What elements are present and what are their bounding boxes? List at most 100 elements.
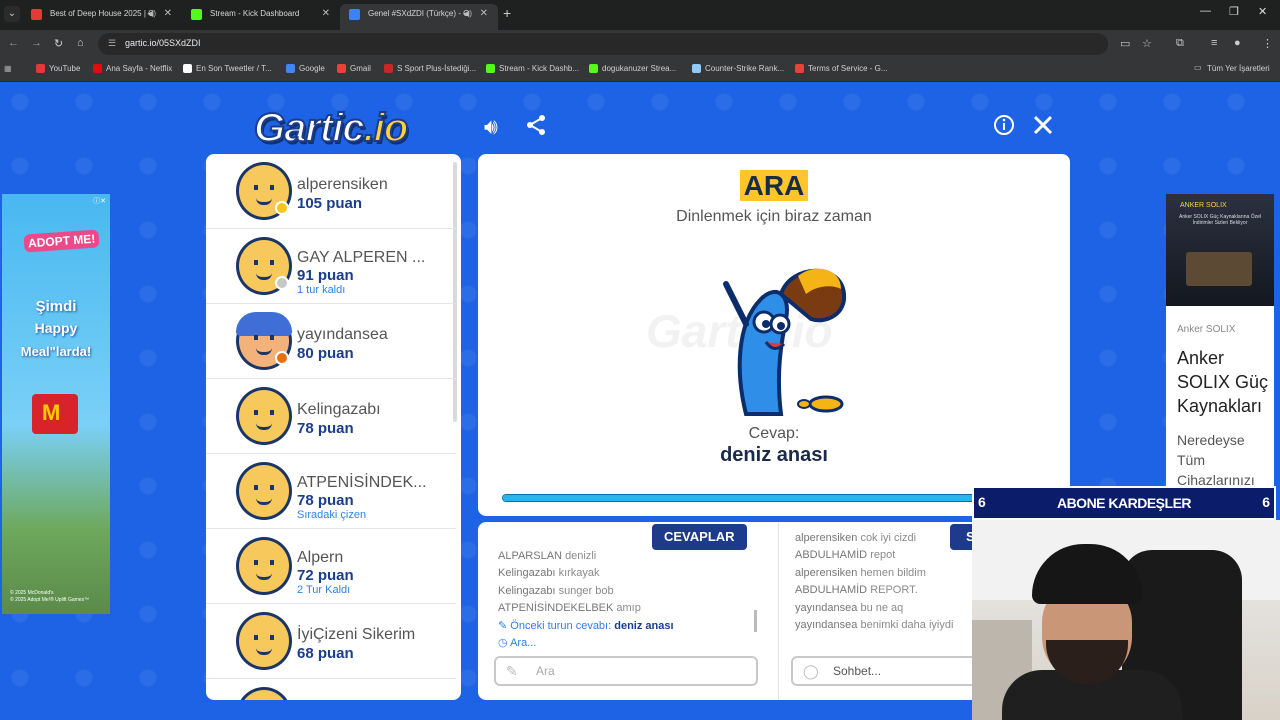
message-text: denizli xyxy=(565,550,597,562)
speaker-icon[interactable]: ◀) xyxy=(147,4,156,24)
chat-input[interactable]: ◯ Sohbet... xyxy=(791,656,991,686)
share-icon[interactable] xyxy=(525,114,547,142)
clock-icon: ◷ xyxy=(498,637,508,650)
ad-image-text: Anker SOLIX Güç Kaynaklarına Özel İndiri… xyxy=(1179,214,1261,226)
player-name: Kelingazabı xyxy=(297,401,381,418)
avatar-mouth xyxy=(256,498,272,505)
player-name: yayındansea xyxy=(297,326,388,343)
player-row[interactable]: ATPENİSİNDEK... 78 puan Sıradaki çizen xyxy=(206,454,456,529)
cs-icon xyxy=(692,64,701,73)
tab-title: Best of Deep House 2025 | C xyxy=(50,9,154,18)
player-row[interactable]: Alpern 72 puan 2 Tur Kaldı xyxy=(206,529,456,604)
browser-menu-icon[interactable]: ⋮ xyxy=(1262,37,1273,50)
message-user: ALPARSLAN xyxy=(498,550,562,562)
message-text: hemen bildim xyxy=(860,566,926,579)
info-icon[interactable] xyxy=(993,114,1015,142)
left-advertisement[interactable]: ⓘ✕ ADOPT ME! Şimdi Happy Meal"larda! M ©… xyxy=(2,194,110,614)
cast-icon[interactable]: ▭ xyxy=(1120,37,1130,50)
avatar-mouth xyxy=(256,273,272,280)
sound-icon[interactable]: 🔊︎ xyxy=(484,114,498,140)
forward-arrow-icon[interactable]: → xyxy=(31,37,42,49)
player-name: Alpern xyxy=(297,549,344,566)
home-icon[interactable]: ⌂ xyxy=(77,37,84,49)
avatar-mouth xyxy=(256,648,272,655)
player-avatar xyxy=(236,387,292,445)
tab-title: Stream - Kick Dashboard xyxy=(210,9,300,18)
message-text: kırkayak xyxy=(558,567,600,580)
player-row[interactable]: İyiÇizeni Sikerim 68 puan xyxy=(206,604,456,679)
bookmark-tos[interactable]: Terms of Service - G... xyxy=(795,64,888,73)
mascot-brush-illustration xyxy=(723,268,847,416)
url-input[interactable]: ☰ gartic.io/05SXdZDI xyxy=(98,33,1108,55)
ad-description: Neredeyse Tüm Cihazlarınızı xyxy=(1177,432,1255,488)
drawing-panel: ARA Dinlenmek için biraz zaman Gartic.io… xyxy=(478,154,1070,516)
browser-tab-3-active[interactable]: Genel #SXdZDI (Türkçe) - G ◀) ✕ xyxy=(340,4,498,30)
site-info-icon[interactable]: ☰ xyxy=(108,38,116,49)
player-list: alperensiken 105 puan GAY ALPEREN ... 91 pu… xyxy=(206,154,461,700)
close-tab-icon[interactable]: ✕ xyxy=(164,4,172,24)
bookmark-youtube[interactable]: YouTube xyxy=(36,64,80,73)
back-arrow-icon[interactable]: ← xyxy=(8,37,19,49)
bookmark-kick[interactable]: Stream - Kick Dashb... xyxy=(486,64,579,73)
maximize-icon[interactable]: ❐ xyxy=(1229,5,1239,18)
round-status-subtitle: Dinlenmek için biraz zaman xyxy=(676,208,872,225)
ad-info-icon[interactable]: ⓘ✕ xyxy=(93,196,106,206)
answers-scrollbar[interactable] xyxy=(754,610,757,632)
bookmark-google[interactable]: Google xyxy=(286,64,325,73)
browser-tab-bar: ⌄ Best of Deep House 2025 | C ◀) ✕ Strea… xyxy=(0,0,1280,30)
player-score: 68 puan xyxy=(297,645,354,662)
answer-message: ALPARSLAN denizli xyxy=(498,548,674,565)
bookmark-kick-2[interactable]: dogukanuzer Strea... xyxy=(589,64,676,73)
message-text: repot xyxy=(870,549,896,562)
close-tab-icon[interactable]: ✕ xyxy=(322,4,330,24)
close-window-icon[interactable]: ✕ xyxy=(1258,5,1267,18)
browser-tab-2[interactable]: Stream - Kick Dashboard ✕ xyxy=(182,4,340,30)
browser-tab-1[interactable]: Best of Deep House 2025 | C ◀) ✕ xyxy=(22,4,182,30)
answers-message-list: ALPARSLAN denizli Kelingazabı kırkayak Kel… xyxy=(498,548,674,652)
prev-answer-value: deniz anası xyxy=(614,619,674,632)
bookmark-ssport[interactable]: S Sport Plus-İstediği... xyxy=(384,64,476,73)
avatar-eyes xyxy=(254,635,274,640)
answer-input[interactable]: ✎ Ara xyxy=(494,656,758,686)
apps-grid-icon[interactable]: ▦ xyxy=(4,64,12,73)
player-row[interactable]: yayındansea 80 puan xyxy=(206,304,456,379)
prev-answer-label: Önceki turun cevabı: xyxy=(510,619,612,632)
ad-product-image: ANKER SOLIX Anker SOLIX Güç Kaynaklarına… xyxy=(1166,194,1274,306)
media-control-icon[interactable]: ≡ xyxy=(1211,37,1217,49)
gartic-logo[interactable]: Gartic.io xyxy=(253,105,409,151)
message-user: yayındansea xyxy=(795,619,858,632)
profile-avatar-icon[interactable]: ● xyxy=(1234,37,1241,49)
bookmark-label: En Son Tweetler / T... xyxy=(196,64,272,73)
chat-message: yayındansea bu ne aq xyxy=(795,600,953,617)
bookmark-gmail[interactable]: Gmail xyxy=(337,64,371,73)
player-status-dot xyxy=(275,351,289,365)
overlay-right-number: 6 xyxy=(1262,494,1270,510)
bookmark-cs-rank[interactable]: Counter-Strike Rank... xyxy=(692,64,784,73)
chat-message: alperensiken hemen bildim xyxy=(795,565,953,582)
reload-icon[interactable]: ↻ xyxy=(54,37,63,50)
new-tab-plus-icon[interactable]: + xyxy=(503,5,511,21)
bookmark-netflix[interactable]: Ana Sayfa - Netflix xyxy=(93,64,172,73)
avatar-hair xyxy=(236,312,292,336)
kick-icon xyxy=(486,64,495,73)
close-icon[interactable] xyxy=(1032,114,1054,142)
message-user: ATPENİSİNDEKELBEK xyxy=(498,602,614,615)
tab-search-icon[interactable]: ⌄ xyxy=(4,6,20,22)
minimize-icon[interactable]: — xyxy=(1200,5,1211,17)
bookmark-twitter[interactable]: En Son Tweetler / T... xyxy=(183,64,272,73)
player-row[interactable]: GAY ALPEREN ... 91 puan 1 tur kaldı xyxy=(206,229,456,304)
player-row[interactable]: Kelingazabı 78 puan xyxy=(206,379,456,454)
answers-tab-badge[interactable]: CEVAPLAR xyxy=(652,524,747,550)
close-tab-icon[interactable]: ✕ xyxy=(480,4,488,24)
speaker-icon[interactable]: ◀) xyxy=(463,4,472,24)
all-bookmarks-folder[interactable]: ▭ Tüm Yer İşaretleri xyxy=(1194,63,1270,73)
gartic-favicon-icon xyxy=(349,9,360,20)
kick-icon xyxy=(589,64,598,73)
progress-fill xyxy=(503,495,997,501)
avatar-mouth xyxy=(256,198,272,205)
tab-title: Genel #SXdZDI (Türkçe) - G xyxy=(368,9,470,18)
player-row[interactable]: alperensiken 105 puan xyxy=(206,154,456,229)
bookmark-star-icon[interactable]: ☆ xyxy=(1142,37,1152,50)
extensions-icon[interactable]: ⧉ xyxy=(1176,37,1184,50)
answer-label: Cevap: xyxy=(748,425,800,442)
